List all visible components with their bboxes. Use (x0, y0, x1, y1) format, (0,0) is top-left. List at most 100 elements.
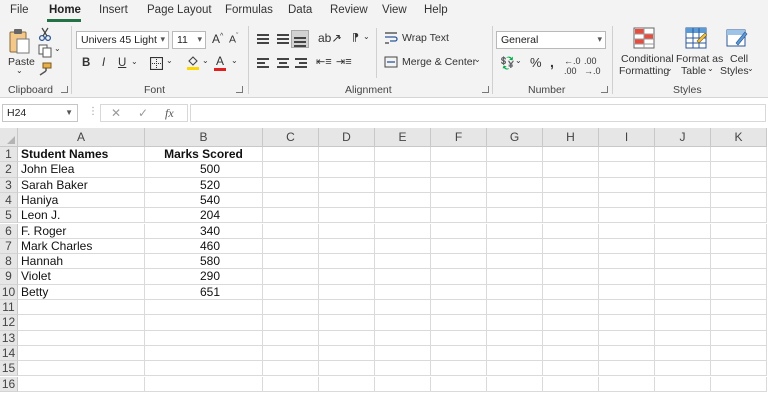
cell-e7[interactable] (375, 238, 431, 255)
alignment-launcher-icon[interactable] (482, 86, 489, 93)
cell-d6[interactable] (319, 223, 375, 239)
accounting-format-icon[interactable]: 💱 (500, 56, 515, 70)
row-header-2[interactable]: 2 (0, 162, 18, 178)
cell-j1[interactable] (655, 147, 711, 163)
cell-i8[interactable] (599, 254, 655, 270)
bold-button[interactable]: B (82, 57, 90, 69)
cell-h6[interactable] (543, 223, 599, 239)
cell-k6[interactable] (711, 223, 767, 239)
cell-c3[interactable] (263, 177, 319, 193)
cell-k11[interactable] (711, 300, 767, 316)
cell-b8[interactable]: 580 (145, 254, 263, 270)
cell-i4[interactable] (599, 192, 655, 209)
tab-insert[interactable]: Insert (99, 4, 128, 16)
row-header-10[interactable]: 10 (0, 284, 18, 300)
cell-k10[interactable] (711, 284, 767, 300)
cell-i5[interactable] (599, 208, 655, 224)
cell-j16[interactable] (655, 376, 711, 392)
cell-b11[interactable] (145, 300, 263, 316)
cell-styles-button[interactable]: Cell Styles ⌄ (720, 26, 760, 78)
cell-c13[interactable] (263, 330, 319, 346)
cell-h16[interactable] (543, 376, 599, 392)
format-as-table-button[interactable]: Format as Table ⌄ (674, 26, 723, 78)
cell-d3[interactable] (319, 177, 375, 193)
cell-g4[interactable] (487, 192, 543, 209)
cell-d13[interactable] (319, 330, 375, 346)
cell-f4[interactable] (431, 192, 487, 209)
row-header-16[interactable]: 16 (0, 376, 18, 392)
column-header-a[interactable]: A (18, 128, 145, 147)
cancel-icon[interactable]: ✕ (111, 106, 121, 120)
cell-j11[interactable] (655, 300, 711, 316)
row-header-12[interactable]: 12 (0, 315, 18, 331)
cell-e14[interactable] (375, 345, 431, 362)
select-all-corner[interactable] (0, 128, 18, 147)
column-header-b[interactable]: B (145, 128, 263, 147)
row-header-15[interactable]: 15 (0, 361, 18, 377)
decrease-indent-icon[interactable]: ⇤≡ (316, 55, 332, 68)
cell-h8[interactable] (543, 254, 599, 270)
cell-a11[interactable] (18, 300, 145, 316)
cell-k15[interactable] (711, 361, 767, 377)
number-format-select[interactable]: General ▾ (496, 31, 606, 49)
cell-g9[interactable] (487, 269, 543, 285)
font-color-chevron-icon[interactable]: ⌄ (231, 56, 238, 65)
cell-h14[interactable] (543, 345, 599, 362)
cell-g16[interactable] (487, 376, 543, 392)
cell-i13[interactable] (599, 330, 655, 346)
cell-b5[interactable]: 204 (145, 208, 263, 224)
cell-g7[interactable] (487, 238, 543, 255)
merge-center-button[interactable]: Merge & Center ⌄ (384, 54, 484, 72)
cell-c14[interactable] (263, 345, 319, 362)
cell-c1[interactable] (263, 147, 319, 163)
cell-d16[interactable] (319, 376, 375, 392)
cell-k1[interactable] (711, 147, 767, 163)
cell-j4[interactable] (655, 192, 711, 209)
cell-f10[interactable] (431, 284, 487, 300)
cell-f1[interactable] (431, 147, 487, 163)
cell-e16[interactable] (375, 376, 431, 392)
cell-g10[interactable] (487, 284, 543, 300)
cell-k12[interactable] (711, 315, 767, 331)
cell-a6[interactable]: F. Roger (18, 223, 145, 239)
cell-j8[interactable] (655, 254, 711, 270)
cell-a1[interactable]: Student Names (18, 147, 145, 163)
cell-j9[interactable] (655, 269, 711, 285)
paste-button[interactable]: Paste ⌄ (4, 26, 35, 75)
cell-e5[interactable] (375, 208, 431, 224)
cell-i7[interactable] (599, 238, 655, 255)
row-header-8[interactable]: 8 (0, 254, 18, 270)
cell-i12[interactable] (599, 315, 655, 331)
insert-function-icon[interactable]: fx (165, 106, 174, 121)
cell-g1[interactable] (487, 147, 543, 163)
cell-f9[interactable] (431, 269, 487, 285)
align-right-button[interactable] (292, 54, 310, 72)
underline-chevron-icon[interactable]: ⌄ (131, 57, 138, 66)
cell-c6[interactable] (263, 223, 319, 239)
clipboard-launcher-icon[interactable] (61, 86, 68, 93)
cell-h4[interactable] (543, 192, 599, 209)
formula-input[interactable] (190, 104, 766, 122)
cell-g15[interactable] (487, 361, 543, 377)
cell-f16[interactable] (431, 376, 487, 392)
cell-i16[interactable] (599, 376, 655, 392)
cell-i14[interactable] (599, 345, 655, 362)
cell-c16[interactable] (263, 376, 319, 392)
cell-d2[interactable] (319, 162, 375, 178)
cell-j12[interactable] (655, 315, 711, 331)
row-header-3[interactable]: 3 (0, 177, 18, 193)
cell-c8[interactable] (263, 254, 319, 270)
decrease-font-size-icon[interactable]: Aˇ (229, 33, 238, 46)
cell-k5[interactable] (711, 208, 767, 224)
borders-icon[interactable] (150, 57, 163, 70)
cell-h1[interactable] (543, 147, 599, 163)
cell-c4[interactable] (263, 192, 319, 209)
cell-f14[interactable] (431, 345, 487, 362)
cell-h10[interactable] (543, 284, 599, 300)
cell-i3[interactable] (599, 177, 655, 193)
cell-a12[interactable] (18, 315, 145, 331)
cell-k9[interactable] (711, 269, 767, 285)
tab-help[interactable]: Help (424, 4, 448, 16)
row-header-6[interactable]: 6 (0, 223, 18, 239)
cell-k13[interactable] (711, 330, 767, 346)
